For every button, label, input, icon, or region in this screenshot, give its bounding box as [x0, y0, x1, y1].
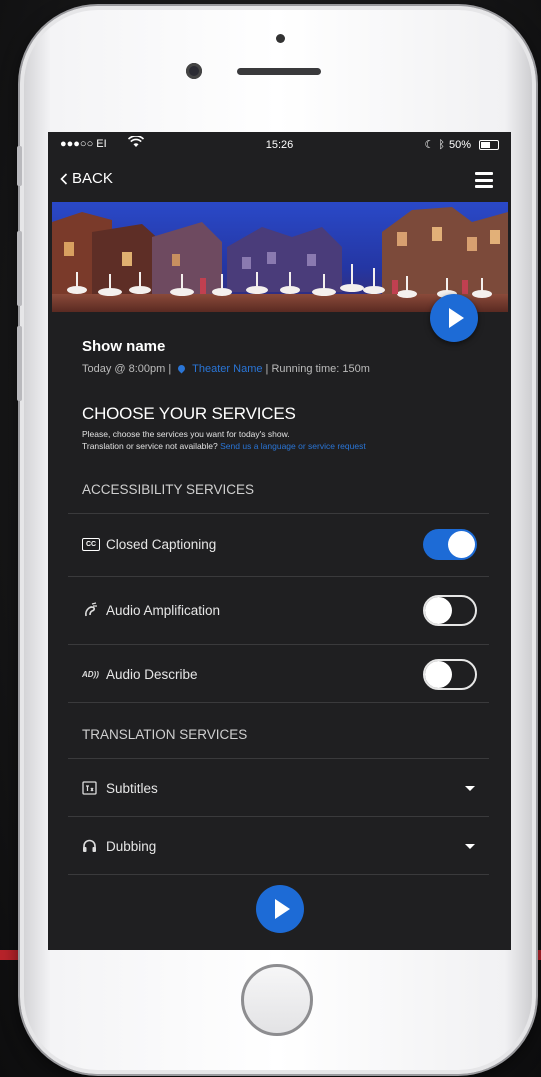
divider — [68, 513, 489, 514]
choose-services-title: CHOOSE YOUR SERVICES — [82, 404, 296, 423]
subtitles-row[interactable]: Subtitles — [82, 773, 477, 803]
status-right: ☾ ᛒ 50% — [424, 138, 499, 151]
moon-icon: ☾ — [424, 139, 435, 151]
show-hero-image — [52, 202, 508, 312]
closed-captioning-toggle[interactable] — [423, 529, 477, 560]
toggle-knob — [448, 531, 475, 558]
running-time: Running time: 150m — [271, 363, 370, 375]
divider — [68, 576, 489, 577]
front-camera — [186, 63, 202, 79]
show-name: Show name — [82, 338, 166, 355]
audio-amplification-row: Audio Amplification — [82, 595, 477, 626]
volume-down-button — [17, 326, 22, 401]
divider — [68, 874, 489, 875]
play-icon — [449, 308, 464, 328]
audio-describe-row: AD)) Audio Describe — [82, 659, 477, 690]
app-screen: ●●●○○ EI 15:26 ☾ ᛒ 50% BACK Show name To… — [48, 132, 511, 950]
chevron-down-icon — [465, 844, 475, 849]
theater-link[interactable]: Theater Name — [192, 363, 262, 375]
audio-amplification-toggle[interactable] — [423, 595, 477, 626]
hero-play-button[interactable] — [430, 294, 478, 342]
divider — [68, 816, 489, 817]
bluetooth-icon: ᛒ — [438, 138, 445, 151]
audio-describe-toggle[interactable] — [423, 659, 477, 690]
closed-captioning-row: CC Closed Captioning — [82, 529, 477, 560]
show-date: Today @ 8:00pm — [82, 363, 166, 375]
ballet-stage-illustration — [52, 202, 508, 312]
toggle-knob — [425, 597, 452, 624]
divider — [68, 702, 489, 703]
headphones-icon — [82, 839, 102, 853]
back-button[interactable]: BACK — [60, 170, 113, 187]
audio-amplification-icon — [82, 602, 102, 618]
home-button[interactable] — [241, 964, 313, 1036]
translation-heading: TRANSLATION SERVICES — [82, 727, 248, 742]
choose-services-description: Please, choose the services you want for… — [82, 429, 366, 451]
battery-icon — [479, 139, 499, 150]
closed-captioning-icon: CC — [82, 537, 100, 551]
proximity-sensor — [276, 34, 285, 43]
divider — [68, 644, 489, 645]
location-pin-icon — [176, 363, 187, 374]
chevron-left-icon — [60, 172, 68, 185]
play-icon — [275, 899, 290, 919]
status-bar: ●●●○○ EI 15:26 ☾ ᛒ 50% — [48, 132, 511, 158]
dubbing-row[interactable]: Dubbing — [82, 831, 477, 861]
earpiece-speaker — [237, 68, 321, 75]
divider — [68, 758, 489, 759]
chevron-down-icon — [465, 786, 475, 791]
navigation-bar: BACK — [48, 158, 511, 202]
show-meta: Today @ 8:00pm | Theater Name | Running … — [82, 363, 370, 375]
back-label: BACK — [72, 170, 113, 187]
audio-describe-icon: AD)) — [82, 669, 99, 679]
toggle-knob — [425, 661, 452, 688]
accessibility-heading: ACCESSIBILITY SERVICES — [82, 482, 255, 497]
mute-switch — [17, 146, 22, 186]
subtitles-icon — [82, 781, 102, 795]
battery-percent: 50% — [448, 138, 471, 151]
hamburger-menu-icon[interactable] — [475, 172, 493, 188]
service-request-link[interactable]: Send us a language or service request — [220, 441, 366, 451]
start-play-button[interactable] — [256, 885, 304, 933]
volume-up-button — [17, 231, 22, 306]
